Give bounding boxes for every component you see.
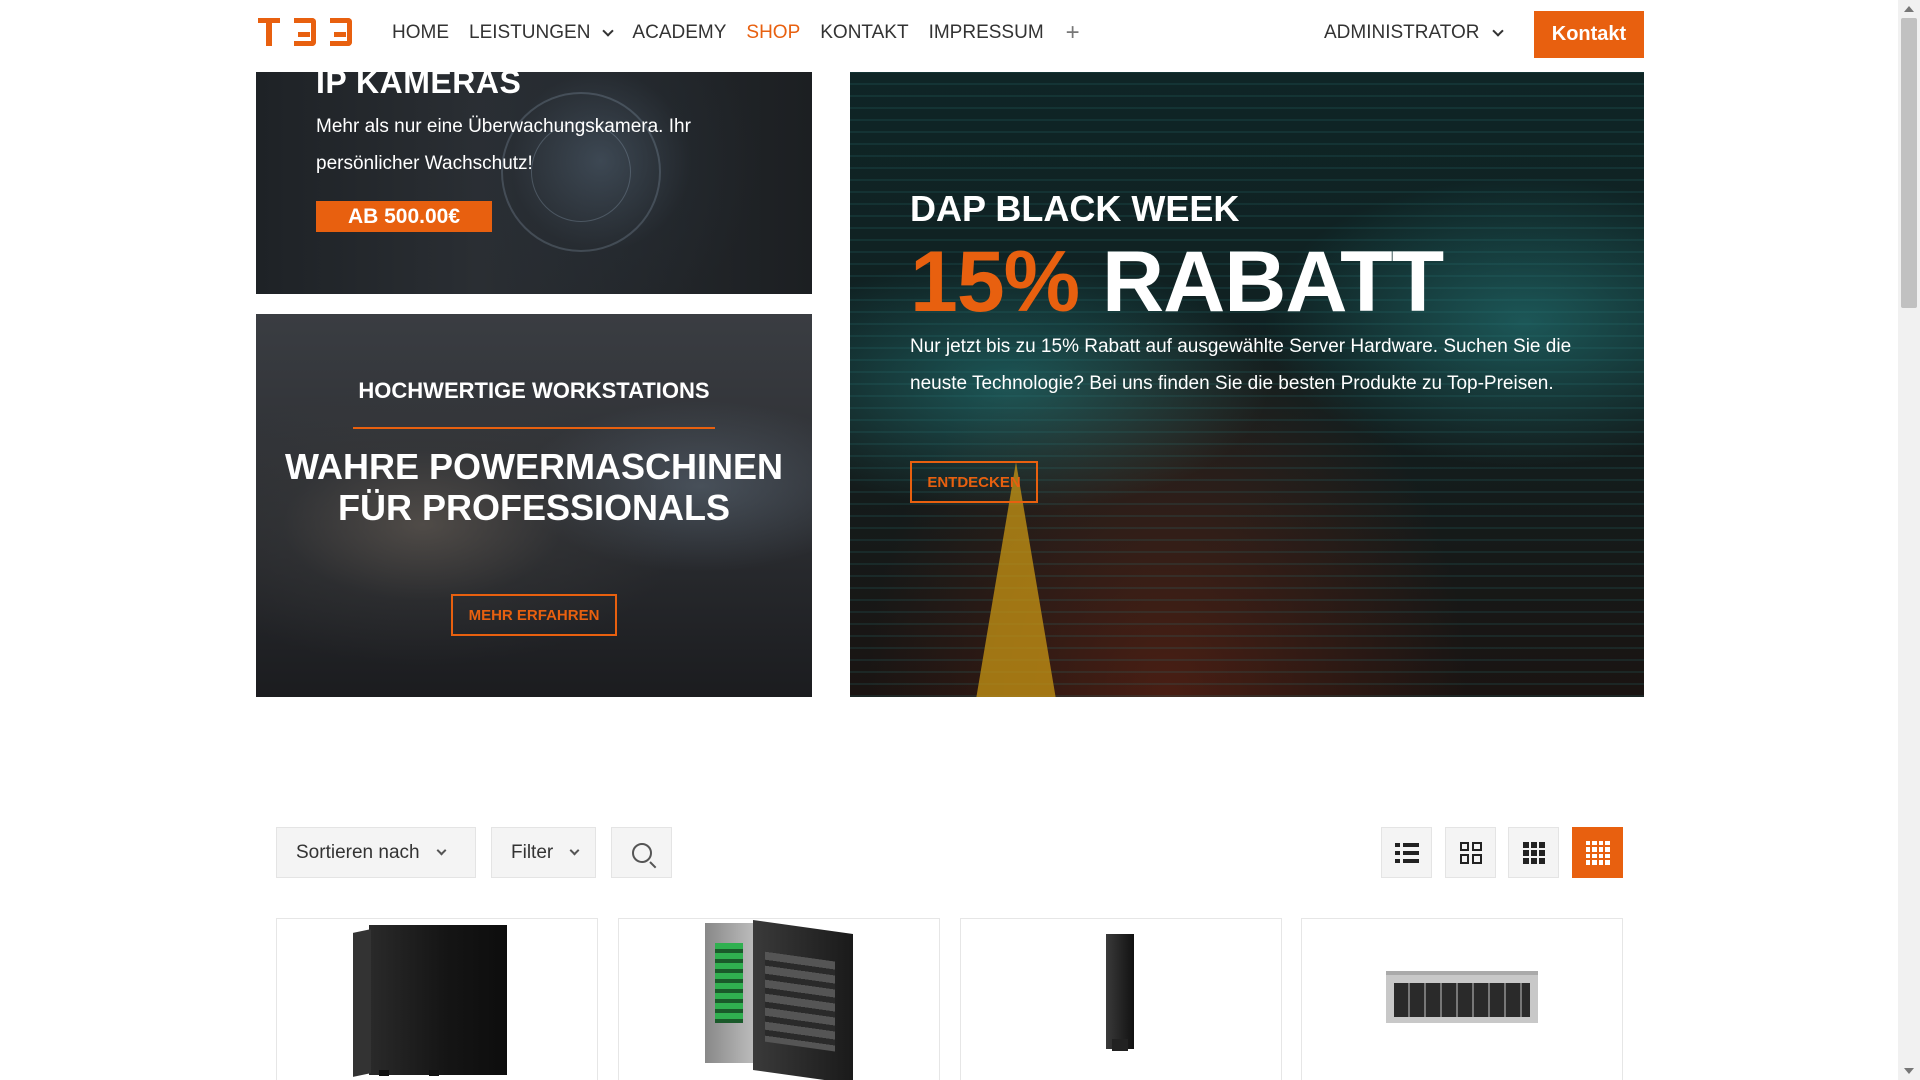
price-badge: AB 500.00€	[316, 201, 492, 232]
view-grid-2-button[interactable]	[1445, 827, 1496, 878]
banner-text: Nur jetzt bis zu 15% Rabatt auf ausgewäh…	[910, 336, 1572, 394]
scroll-down-arrow-icon[interactable]	[1904, 1068, 1914, 1074]
banner-workstations: HOCHWERTIGE WORKSTATIONS WAHRE POWERMASC…	[256, 314, 812, 697]
product-card[interactable]	[618, 918, 940, 1080]
nav-academy[interactable]: ACADEMY	[632, 22, 726, 44]
page-scrollbar[interactable]	[1898, 0, 1920, 1080]
filter-dropdown[interactable]: Filter	[491, 827, 596, 878]
banner-headline: WAHRE POWERMASCHINEN FÜR PROFESSIONALS	[284, 446, 783, 528]
site-header: HOME LEISTUNGEN ACADEMY SHOP KONTAKT IMP…	[0, 0, 1898, 72]
chevron-down-icon	[436, 845, 447, 856]
sort-dropdown[interactable]: Sortieren nach	[276, 827, 476, 878]
product-image	[705, 919, 853, 1080]
banner-headline: 15% RABATT	[910, 232, 1444, 332]
view-grid-3-button[interactable]	[1508, 827, 1559, 878]
grid-4-icon	[1585, 840, 1610, 865]
logo-letter-b1	[294, 18, 316, 46]
chevron-down-icon	[569, 845, 580, 856]
discover-button[interactable]: ENTDECKEN	[910, 461, 1038, 503]
nav-leistungen[interactable]: LEISTUNGEN	[469, 22, 615, 44]
logo-letter-t	[258, 18, 280, 46]
grid-2-icon	[1459, 841, 1482, 864]
chevron-down-icon	[1491, 25, 1504, 37]
divider	[353, 427, 715, 429]
list-icon	[1394, 842, 1419, 863]
product-image	[369, 925, 507, 1076]
banner-title: IP KAMERAS	[316, 72, 522, 100]
nav-kontakt[interactable]: KONTAKT	[820, 22, 908, 44]
view-grid-4-button[interactable]	[1572, 827, 1623, 878]
nav-impressum[interactable]: IMPRESSUM	[929, 22, 1044, 44]
product-image	[1386, 971, 1538, 1023]
view-list-button[interactable]	[1381, 827, 1432, 878]
site-logo[interactable]	[258, 18, 352, 46]
nav-shop[interactable]: SHOP	[746, 22, 800, 44]
banner-text: Mehr als nur eine Überwachungskamera. Ih…	[316, 116, 691, 174]
banner-ip-cameras[interactable]: IP KAMERAS Mehr als nur eine Überwachung…	[256, 72, 812, 294]
nav-home[interactable]: HOME	[392, 22, 449, 44]
chevron-down-icon	[602, 25, 615, 37]
user-menu[interactable]: ADMINISTRATOR	[1324, 0, 1504, 66]
discount-word: RABATT	[1102, 234, 1444, 330]
sort-label: Sortieren nach	[296, 841, 420, 863]
learn-more-button[interactable]: MEHR ERFAHREN	[451, 594, 617, 636]
product-image	[1106, 934, 1134, 1051]
scroll-up-arrow-icon[interactable]	[1904, 6, 1914, 12]
search-button[interactable]	[611, 827, 672, 878]
search-icon	[631, 842, 652, 863]
product-card[interactable]	[276, 918, 598, 1080]
scroll-thumb[interactable]	[1901, 18, 1917, 308]
filter-label: Filter	[511, 841, 554, 863]
banner-black-week: DAP BLACK WEEK 15% RABATT Nur jetzt bis …	[850, 72, 1644, 697]
user-menu-label: ADMINISTRATOR	[1324, 22, 1480, 43]
main-nav: HOME LEISTUNGEN ACADEMY SHOP KONTAKT IMP…	[392, 0, 1080, 66]
banner-title: HOCHWERTIGE WORKSTATIONS	[358, 378, 710, 403]
grid-3-icon	[1522, 841, 1545, 864]
plus-icon[interactable]: +	[1066, 19, 1080, 47]
banner-subtitle: DAP BLACK WEEK	[910, 188, 1240, 229]
logo-letter-b2	[330, 18, 352, 46]
discount-percent: 15%	[910, 234, 1080, 330]
product-card[interactable]	[1301, 918, 1623, 1080]
product-card[interactable]	[960, 918, 1282, 1080]
contact-button[interactable]: Kontakt	[1534, 11, 1644, 58]
